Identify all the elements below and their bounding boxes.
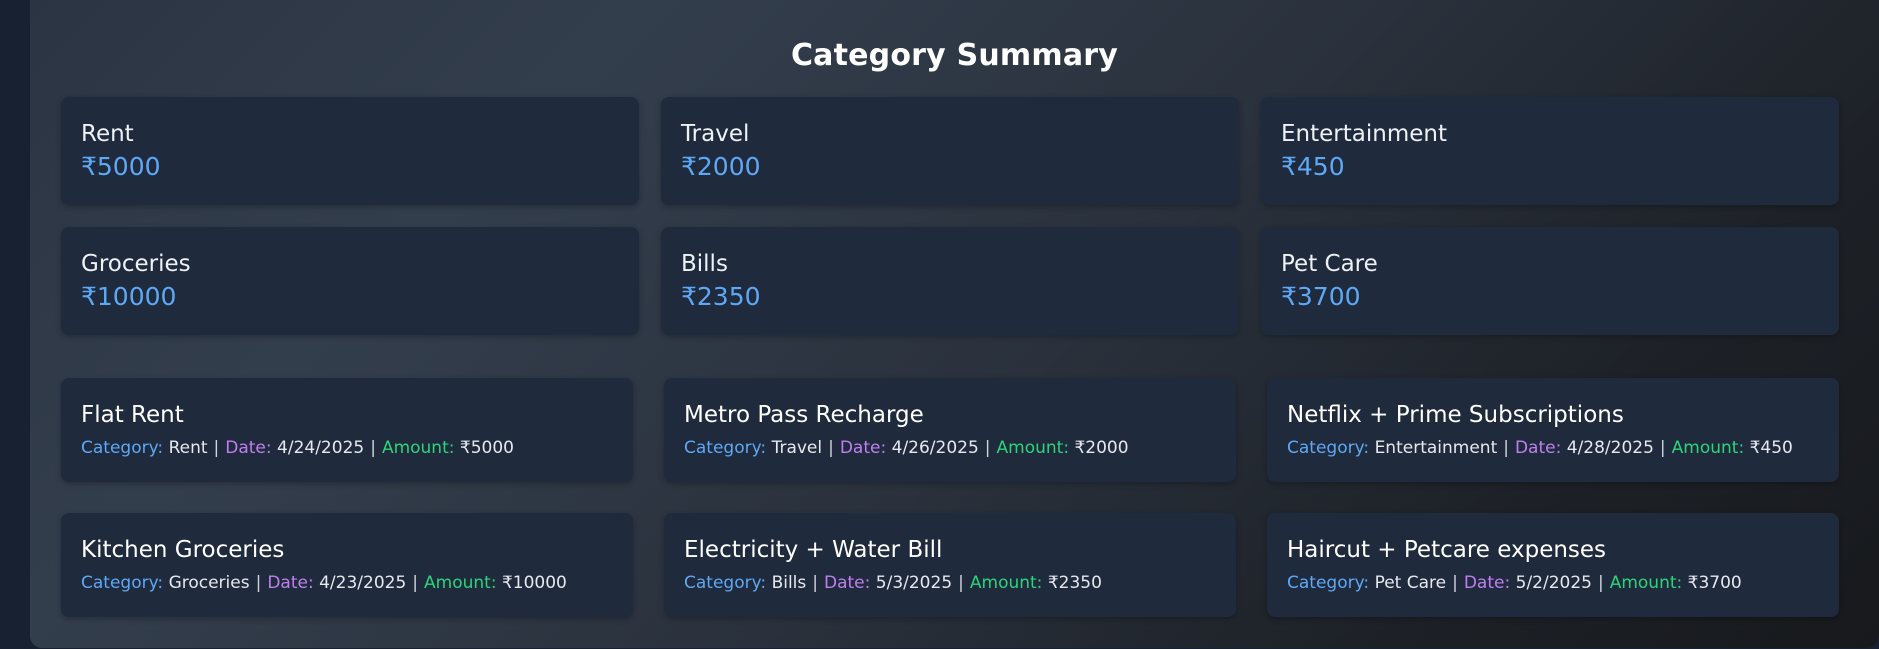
separator: | (1452, 573, 1458, 593)
expense-meta: Category: Rent | Date: 4/24/2025 | Amount: ₹… (81, 436, 613, 460)
separator: | (812, 573, 818, 593)
separator: | (984, 438, 991, 458)
summary-category-amount: ₹2000 (681, 152, 761, 181)
date-label: Date: (267, 573, 314, 593)
page-title: Category Summary (790, 38, 1119, 73)
summary-category-name: Pet Care (1281, 251, 1378, 277)
expense-date: 5/3/2025 (875, 573, 953, 593)
summary-card-travel: Travel ₹2000 (661, 97, 1239, 205)
expense-title: Netflix + Prime Subscriptions (1287, 402, 1624, 428)
separator: | (1597, 573, 1604, 593)
category-label: Category: (81, 573, 164, 593)
expense-card[interactable]: Netflix + Prime Subscriptions Category: … (1267, 378, 1839, 482)
separator: | (828, 438, 834, 458)
amount-label: Amount: (1609, 573, 1683, 593)
summary-card-groceries: Groceries ₹10000 (61, 227, 639, 335)
expense-date: 4/28/2025 (1566, 438, 1654, 458)
expense-meta: Category: Groceries | Date: 4/23/2025 | Amou… (81, 571, 613, 595)
expense-category: Rent (168, 438, 208, 458)
summary-category-amount: ₹3700 (1281, 282, 1361, 311)
expense-category: Pet Care (1374, 573, 1447, 593)
summary-category-amount: ₹450 (1281, 152, 1345, 181)
expense-meta: Category: Travel | Date: 4/26/2025 | Amount:… (684, 436, 1216, 460)
expense-title: Haircut + Petcare expenses (1287, 537, 1607, 563)
date-label: Date: (1463, 573, 1511, 593)
separator: | (1659, 438, 1666, 458)
expense-date: 4/26/2025 (891, 438, 979, 458)
category-label: Category: (81, 438, 164, 458)
summary-category-name: Rent (81, 121, 134, 147)
expense-card[interactable]: Kitchen Groceries Category: Groceries | Da… (61, 513, 633, 617)
separator: | (958, 573, 964, 593)
expense-card[interactable]: Haircut + Petcare expenses Category: Pet… (1267, 513, 1839, 617)
separator: | (255, 573, 262, 593)
summary-card-rent: Rent ₹5000 (61, 97, 639, 205)
amount-label: Amount: (424, 573, 497, 593)
category-label: Category: (1287, 438, 1370, 458)
date-label: Date: (839, 438, 887, 458)
summary-category-name: Bills (681, 251, 728, 277)
summary-category-name: Entertainment (1281, 121, 1447, 147)
date-label: Date: (1514, 438, 1562, 458)
expense-meta: Category: Entertainment | Date: 4/28/2025 |… (1287, 436, 1819, 460)
amount-label: Amount: (1671, 438, 1745, 458)
expense-date: 4/24/2025 (277, 438, 365, 458)
expense-card[interactable]: Flat Rent Category: Rent | Date: 4/24/2025… (61, 378, 633, 482)
expense-card[interactable]: Metro Pass Recharge Category: Travel | Dat… (664, 378, 1236, 482)
summary-category-amount: ₹10000 (81, 282, 177, 311)
amount-label: Amount: (969, 573, 1043, 593)
category-label: Category: (1287, 573, 1370, 593)
expense-category: Entertainment (1374, 438, 1498, 458)
expense-title: Electricity + Water Bill (684, 537, 943, 563)
date-label: Date: (824, 573, 871, 593)
expense-card[interactable]: Electricity + Water Bill Category: Bills… (664, 513, 1236, 617)
expense-date: 5/2/2025 (1515, 573, 1592, 593)
expense-meta: Category: Bills | Date: 5/3/2025 | Amount: ₹… (684, 571, 1216, 595)
expense-date: 4/23/2025 (319, 573, 407, 593)
expense-meta: Category: Pet Care | Date: 5/2/2025 | Amount… (1287, 571, 1819, 595)
separator: | (412, 573, 419, 593)
expense-category: Travel (771, 438, 823, 458)
category-label: Category: (684, 573, 767, 593)
separator: | (1503, 438, 1509, 458)
expense-amount: ₹3700 (1687, 573, 1742, 593)
amount-label: Amount: (381, 438, 455, 458)
summary-category-name: Groceries (81, 251, 191, 277)
expense-amount: ₹2350 (1047, 573, 1102, 593)
expense-category: Bills (771, 573, 807, 593)
expense-title: Kitchen Groceries (81, 537, 285, 563)
expense-title: Metro Pass Recharge (684, 402, 924, 428)
summary-card-pet-care: Pet Care ₹3700 (1261, 227, 1839, 335)
expense-category: Groceries (168, 573, 250, 593)
summary-category-name: Travel (681, 121, 750, 147)
category-label: Category: (684, 438, 767, 458)
expense-amount: ₹10000 (501, 573, 567, 593)
expense-amount: ₹450 (1749, 438, 1793, 458)
expense-amount: ₹5000 (459, 438, 514, 458)
date-label: Date: (225, 438, 272, 458)
amount-label: Amount: (996, 438, 1070, 458)
separator: | (213, 438, 220, 458)
summary-category-amount: ₹5000 (81, 152, 161, 181)
summary-card-bills: Bills ₹2350 (661, 227, 1239, 335)
expense-title: Flat Rent (81, 402, 184, 428)
expense-amount: ₹2000 (1074, 438, 1129, 458)
separator: | (370, 438, 376, 458)
summary-category-amount: ₹2350 (681, 282, 761, 311)
summary-card-entertainment: Entertainment ₹450 (1261, 97, 1839, 205)
